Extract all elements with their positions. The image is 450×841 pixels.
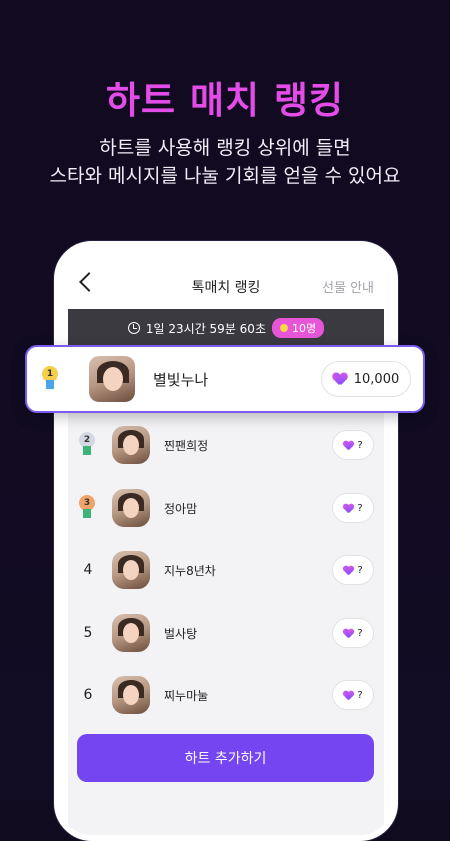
silver-medal-icon: 2: [78, 432, 98, 458]
ranking-row[interactable]: 5 벌사탕 ?: [78, 603, 374, 663]
countdown-text: 1일 23시간 59분 60초: [145, 321, 266, 336]
rank-number: 6: [83, 687, 93, 703]
heart-count-badge[interactable]: 10,000: [321, 361, 411, 397]
coin-icon: [279, 324, 288, 332]
heart-button[interactable]: ?: [332, 680, 374, 710]
heart-button[interactable]: ?: [332, 430, 374, 460]
clock-icon: [127, 322, 140, 334]
avatar: [112, 426, 150, 464]
heart-count: ?: [357, 689, 363, 701]
heart-button[interactable]: ?: [332, 555, 374, 585]
bronze-medal-icon: 3: [78, 495, 98, 521]
ranker-name: 지누8년차: [164, 563, 216, 578]
rank-number: 4: [83, 562, 93, 578]
ranking-row[interactable]: 3 정아맘 ?: [78, 478, 374, 538]
heart-icon: [343, 691, 353, 700]
gift-info-link[interactable]: 선물 안내: [322, 277, 374, 296]
heart-count: ?: [357, 439, 363, 451]
gold-medal-icon: 1: [41, 366, 61, 392]
heart-icon: [343, 566, 353, 575]
ranker-name: 벌사탕: [164, 626, 198, 641]
medal-ribbon: [46, 380, 54, 389]
avatar: [112, 676, 150, 714]
heart-icon: [343, 504, 353, 513]
avatar: [112, 489, 150, 527]
heart-count: ?: [357, 627, 363, 639]
avatar: [112, 551, 150, 589]
medal-ribbon: [83, 509, 91, 518]
ranker-name: 찌누마눌: [164, 688, 209, 703]
ranking-row[interactable]: 2 찐팬희정 ?: [78, 415, 374, 475]
heart-icon: [333, 373, 346, 385]
heart-count: ?: [357, 564, 363, 576]
ranker-name: 찐팬희정: [164, 438, 209, 453]
rank-number: 5: [83, 625, 93, 641]
heart-icon: [343, 629, 353, 638]
heart-button[interactable]: ?: [332, 618, 374, 648]
top-ranker-name: 별빛누나: [153, 370, 209, 389]
heart-icon: [343, 441, 353, 450]
ranker-name: 정아맘: [164, 501, 198, 516]
promo-screen: 하트 매치 랭킹 하트를 사용해 랭킹 상위에 들면 스타와 메시지를 나눌 기…: [0, 0, 450, 841]
participant-count-badge: 10명: [271, 318, 325, 338]
participant-count: 10명: [291, 322, 317, 335]
medal-ribbon: [83, 446, 91, 455]
headline: 하트 매치 랭킹: [105, 79, 344, 122]
ranking-row[interactable]: 4 지누8년차 ?: [78, 540, 374, 600]
heart-button[interactable]: ?: [332, 493, 374, 523]
countdown-bar: 1일 23시간 59분 60초 10명: [68, 309, 384, 347]
subtitle-line-2: 스타와 메시지를 나눌 기회를 얻을 수 있어요: [49, 165, 401, 187]
subtitle-line-1: 하트를 사용해 랭킹 상위에 들면: [99, 137, 351, 159]
phone-header: 톡매치 랭킹 선물 안내: [60, 247, 392, 309]
heart-total: 10,000: [353, 371, 400, 387]
top-ranker-card[interactable]: 1 별빛누나 10,000: [25, 345, 425, 413]
avatar: [112, 614, 150, 652]
heart-count: ?: [357, 502, 363, 514]
avatar: [89, 356, 135, 402]
add-hearts-button[interactable]: 하트 추가하기: [77, 734, 374, 782]
ranking-row[interactable]: 6 찌누마눌 ?: [78, 665, 374, 725]
